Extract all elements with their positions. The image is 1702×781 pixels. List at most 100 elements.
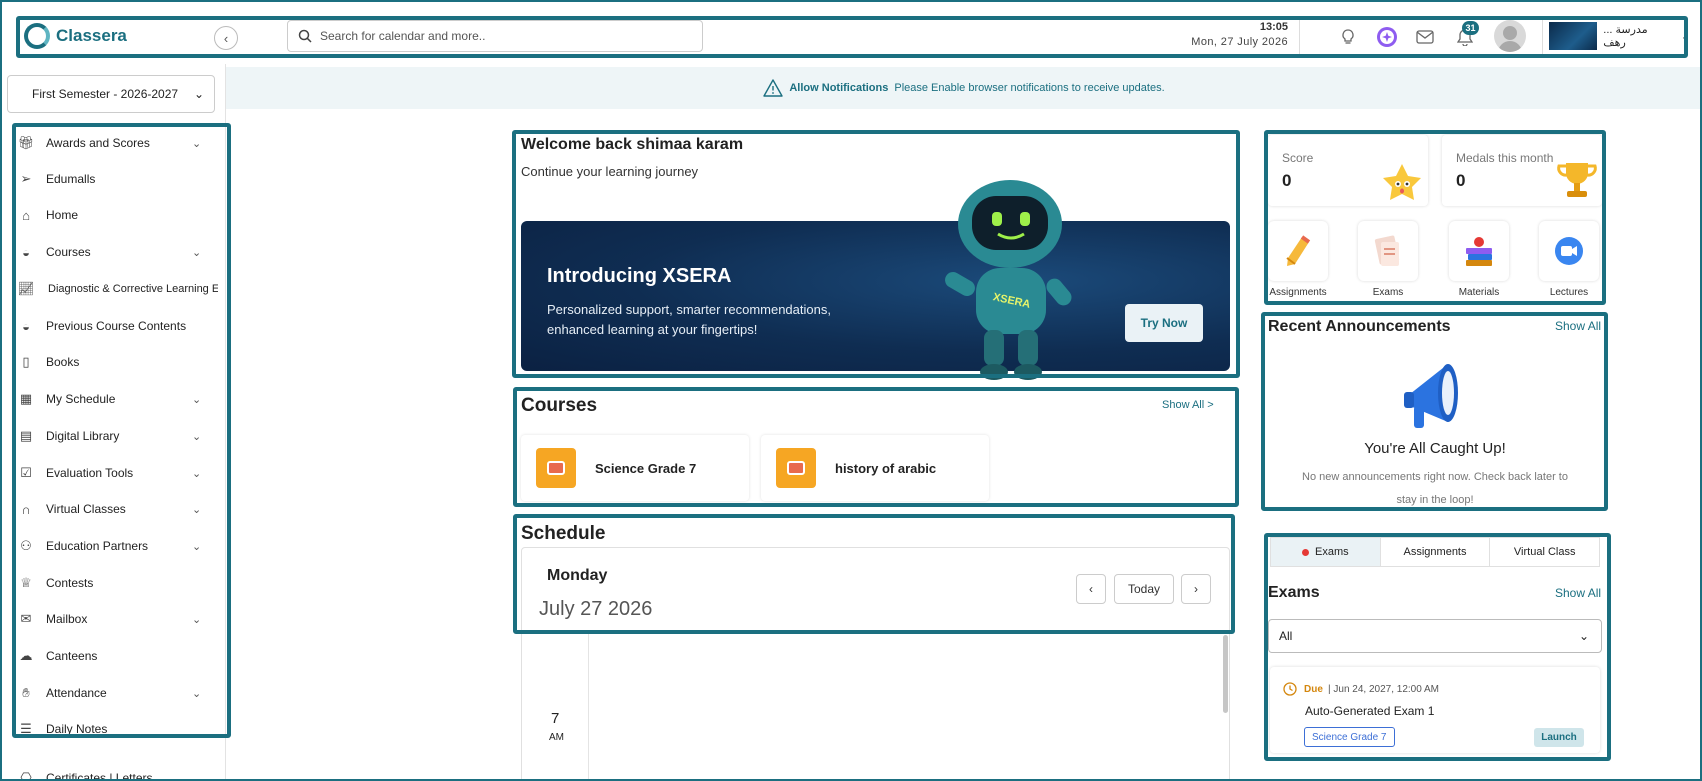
- sidebar-item-certificates-letters[interactable]: ⎔ Certificates | Letters ⌄: [16, 761, 228, 779]
- courses-icon: ◒: [22, 318, 30, 334]
- search-box[interactable]: [287, 20, 703, 52]
- sidebar-item-education-partners[interactable]: ⚇ Education Partners ⌄: [16, 529, 228, 563]
- user-avatar[interactable]: [1494, 20, 1526, 52]
- sidebar-item-label: Awards and Scores: [46, 136, 150, 150]
- schedule-today-button[interactable]: Today: [1114, 574, 1174, 604]
- video-camera-icon: [1539, 221, 1599, 281]
- tab-assignments[interactable]: Assignments: [1381, 538, 1491, 566]
- sidebar-item-mailbox[interactable]: ✉ Mailbox ⌄: [16, 602, 228, 636]
- home-icon: ⌂: [22, 207, 30, 223]
- sidebar-item-home[interactable]: ⌂ Home: [16, 198, 228, 232]
- tab-exams[interactable]: Exams: [1271, 538, 1381, 566]
- school-name: ... مدرسة رهف: [1603, 24, 1648, 49]
- sidebar-item-books[interactable]: ▯ Books: [16, 345, 228, 379]
- chevron-down-icon: ⌄: [192, 467, 202, 480]
- chevron-down-icon: ⌄: [192, 687, 202, 700]
- sidebar-item-courses[interactable]: ◒ Courses ⌄: [16, 235, 228, 269]
- schedule-prev-button[interactable]: ‹: [1076, 574, 1106, 604]
- header-divider: [1299, 18, 1300, 54]
- score-card: Score 0: [1268, 135, 1428, 206]
- chevron-down-icon: ⌄: [192, 503, 202, 516]
- paper-plane-icon: ➢: [20, 171, 32, 186]
- ai-assistant-icon[interactable]: [1375, 25, 1399, 49]
- star-icon: [1383, 164, 1421, 200]
- schedule-ampm: AM: [549, 732, 564, 743]
- search-input[interactable]: [320, 29, 680, 43]
- schedule-hour: 7: [551, 710, 560, 727]
- sidebar-item-label: Previous Course Contents: [46, 319, 187, 333]
- announcements-show-all-link[interactable]: Show All: [1555, 319, 1601, 333]
- schedule-scrollbar[interactable]: [1223, 635, 1228, 713]
- sidebar-item-contests[interactable]: ♕ Contests: [16, 566, 228, 600]
- checklist-icon: ☑: [20, 465, 32, 480]
- sidebar-item-label: Home: [46, 208, 79, 222]
- library-icon: ▤: [19, 428, 33, 443]
- lightbulb-icon[interactable]: [1336, 25, 1360, 49]
- active-dot-icon: [1302, 548, 1310, 556]
- courses-title: Courses: [521, 395, 598, 416]
- exams-show-all-link[interactable]: Show All: [1555, 586, 1601, 600]
- welcome-subtitle: Continue your learning journey: [521, 164, 699, 179]
- sidebar-item-label: Courses: [46, 245, 91, 259]
- sidebar-item-label: Books: [46, 355, 80, 369]
- banner-text: Personalized support, smarter recommenda…: [547, 302, 831, 337]
- clock-date: Mon, 27 July 2026: [1191, 36, 1288, 48]
- sidebar-item-previous-course-contents[interactable]: ◒ Previous Course Contents: [16, 309, 228, 343]
- sidebar-item-daily-notes[interactable]: ☰ Daily Notes: [16, 712, 228, 746]
- chevron-down-icon: ⌄: [192, 613, 202, 626]
- semester-select[interactable]: First Semester - 2026-2027 ⌄: [7, 75, 215, 113]
- quick-link-materials[interactable]: Materials: [1449, 221, 1509, 298]
- chevron-down-icon: ⌄: [192, 246, 202, 259]
- logo-icon: [24, 23, 50, 49]
- books-icon: [1449, 221, 1509, 281]
- sidebar-item-my-schedule[interactable]: ▦ My Schedule ⌄: [16, 382, 228, 416]
- courses-show-all-link[interactable]: Show All >: [1162, 399, 1214, 411]
- search-icon: [298, 29, 312, 43]
- headset-icon: ∩: [21, 501, 31, 517]
- sidebar-item-label: Contests: [46, 576, 94, 590]
- course-card[interactable]: Science Grade 7: [521, 435, 749, 501]
- quick-link-exams[interactable]: Exams: [1358, 221, 1418, 298]
- notification-count-badge: 31: [1462, 21, 1479, 35]
- sidebar-item-attendance[interactable]: ✋︎ Attendance ⌄: [16, 676, 228, 710]
- quick-link-lectures[interactable]: Lectures: [1539, 221, 1599, 298]
- clock: 13:05 Mon, 27 July 2026: [1118, 21, 1288, 48]
- chevron-right-icon: ›: [1194, 582, 1198, 596]
- sidebar-item-awards-and-scores[interactable]: 🎁︎ Awards and Scores ⌄: [16, 126, 228, 160]
- quick-link-label: Exams: [1372, 287, 1404, 298]
- chevron-down-icon: ⌄: [192, 137, 202, 150]
- schedule-date: July 27 2026: [539, 598, 653, 620]
- quick-link-assignments[interactable]: Assignments: [1268, 221, 1328, 298]
- welcome-title: Welcome back shimaa karam: [521, 136, 744, 153]
- exams-filter-select[interactable]: All ⌄: [1268, 619, 1602, 653]
- sidebar-item-virtual-classes[interactable]: ∩ Virtual Classes ⌄: [16, 492, 228, 526]
- hand-icon: ✋︎: [22, 685, 30, 700]
- course-card[interactable]: history of arabic: [761, 435, 989, 501]
- chevron-down-icon: ⌄: [192, 393, 202, 406]
- chevron-down-icon: ⌄: [1578, 629, 1589, 643]
- medals-label: Medals this month: [1456, 151, 1554, 165]
- exam-due-date: | Jun 24, 2027, 12:00 AM: [1328, 684, 1440, 695]
- sidebar-item-label: Digital Library: [46, 429, 120, 443]
- school-switcher[interactable]: ... مدرسة رهف ⌄: [1542, 18, 1690, 54]
- tab-virtual-class[interactable]: Virtual Class: [1490, 538, 1599, 566]
- sidebar-item-edumalls[interactable]: ➢ Edumalls: [16, 162, 228, 196]
- exam-course-tag[interactable]: Science Grade 7: [1304, 727, 1395, 747]
- mail-icon[interactable]: [1413, 25, 1437, 49]
- try-now-button[interactable]: Try Now: [1125, 304, 1203, 342]
- classera-logo[interactable]: Classera: [24, 23, 127, 49]
- sidebar-item-evaluation-tools[interactable]: ☑ Evaluation Tools ⌄: [16, 456, 228, 490]
- chevron-down-icon: ⌄: [1680, 30, 1690, 43]
- courses-icon: ◒: [22, 244, 30, 260]
- quick-link-label: Materials: [1458, 287, 1500, 298]
- collapse-sidebar-button[interactable]: ‹: [214, 26, 238, 50]
- launch-exam-button[interactable]: Launch: [1534, 728, 1584, 747]
- exams-filter-value: All: [1279, 629, 1293, 643]
- notification-banner-title[interactable]: Allow Notifications: [789, 82, 888, 94]
- partners-icon: ⚇: [20, 538, 32, 553]
- sidebar-item-diagnostic-corrective-learning-e[interactable]: 📈︎ Diagnostic & Corrective Learning E: [16, 272, 228, 306]
- schedule-next-button[interactable]: ›: [1181, 574, 1211, 604]
- sidebar-item-digital-library[interactable]: ▤ Digital Library ⌄: [16, 419, 228, 453]
- calendar-icon: ▦: [19, 391, 33, 406]
- sidebar-item-canteens[interactable]: ☁ Canteens: [16, 639, 228, 673]
